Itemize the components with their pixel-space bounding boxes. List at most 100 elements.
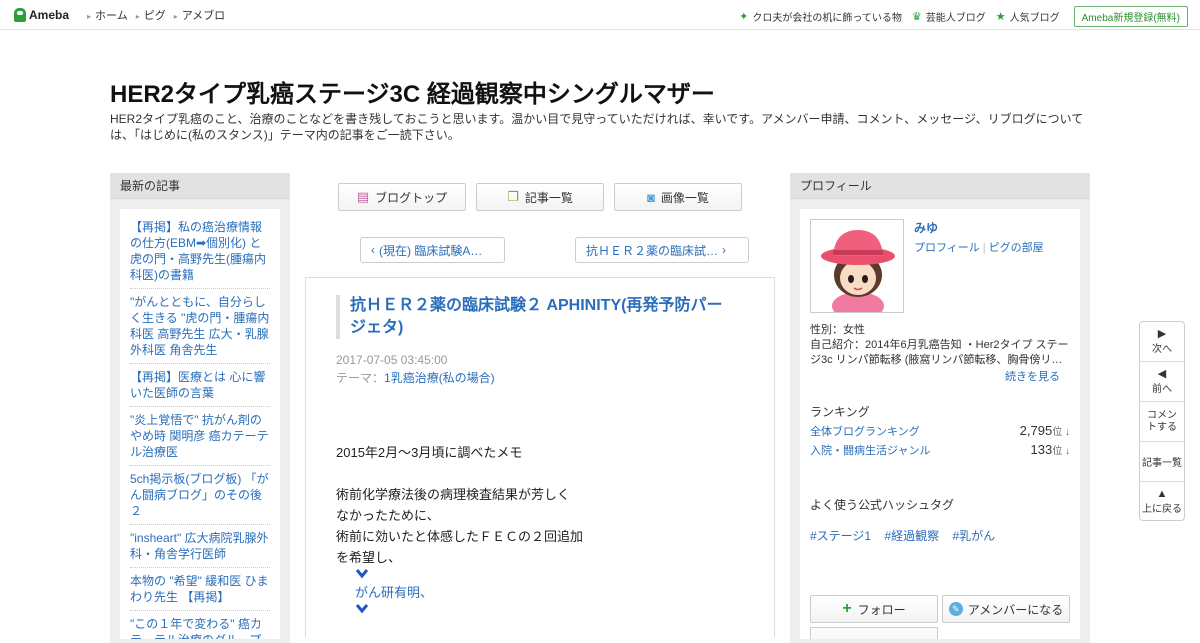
hashtag-link[interactable]: #ステージ1 xyxy=(810,529,871,543)
ameba-logo-icon xyxy=(14,7,26,22)
recent-article-link[interactable]: "がんとともに、自分らしく生きる "虎の門・腫瘍内科医 高野先生 広大・乳腺外科… xyxy=(130,289,270,364)
amember-icon: ✎ xyxy=(948,602,963,616)
global-nav: ホーム ピグ アメブロ xyxy=(79,7,225,23)
article-line: 2015年2月～3月頃に調べたメモ xyxy=(336,445,523,460)
register-button[interactable]: Ameba新規登録(無料) xyxy=(1073,6,1188,27)
recent-article-link[interactable]: "insheart" 広大病院乳腺外科・角舎学行医師 xyxy=(130,525,270,568)
article-line: なかったために、 xyxy=(336,508,440,523)
theme-link[interactable]: 1乳癌治療(私の場合) xyxy=(384,371,495,385)
article-line: 術前化学療法後の病理検査結果が芳しく xyxy=(336,487,571,502)
header-link-label: 芸能人ブログ xyxy=(925,13,986,24)
article-theme: テーマ：1乳癌治療(私の場合) xyxy=(336,369,495,386)
header-link-kuroo[interactable]: ✦ クロ夫が会社の机に飾っている物 xyxy=(739,9,902,24)
recent-article-link[interactable]: "この１年で変わる" 癌カテーテル治療のグループ展開 関明彦医師 xyxy=(130,611,270,639)
hashtag-link[interactable]: #経過観察 xyxy=(884,529,939,543)
nav-pigg[interactable]: ピグ xyxy=(136,7,166,23)
ranking-number: 133 xyxy=(1030,442,1053,457)
header-link-popular[interactable]: ★ 人気ブログ xyxy=(996,9,1060,24)
blog-description: HER2タイプ乳癌のこと、治療のことなどを書き残しておこうと思います。温かい目で… xyxy=(110,112,1084,142)
float-label: 前へ xyxy=(1152,384,1172,395)
nav-home[interactable]: ホーム xyxy=(87,7,128,23)
amember-button[interactable]: ✎ アメンバーになる xyxy=(942,595,1070,623)
global-header: Ameba ホーム ピグ アメブロ ✦クロ夫が会社の机に飾っている物 ♛芸能人ブ… xyxy=(0,0,1200,30)
hashtag-heading: よく使う公式ハッシュタグ xyxy=(810,498,955,512)
float-next-button[interactable]: ▶ 次へ xyxy=(1140,322,1184,362)
recent-article-link[interactable]: 【再掲】医療とは 心に響いた医師の言葉 xyxy=(130,364,270,407)
arrow-down-icon: ↓ xyxy=(1062,427,1070,438)
header-link-label: クロ夫が会社の机に飾っている物 xyxy=(752,13,902,24)
recent-articles-sidebar: 最新の記事 【再掲】私の癌治療情報の仕方(EBM➡個別化) と虎の門・高野先生(… xyxy=(110,173,290,643)
button-label: 画像一覧 xyxy=(660,190,709,205)
float-label: 次へ xyxy=(1152,344,1172,355)
nav-ameblo[interactable]: アメブロ xyxy=(174,7,225,23)
profile-heading: プロフィール xyxy=(790,173,1090,199)
avatar[interactable] xyxy=(810,219,904,313)
recent-article-link[interactable]: 本物の "希望" 緩和医 ひまわり先生 【再掲】 xyxy=(130,568,270,611)
next-article-label: 抗ＨＥＲ２薬の臨床試… xyxy=(586,243,719,258)
prev-article-label: (現在) 臨床試験A… xyxy=(379,243,483,258)
ranking-label[interactable]: 入院・闘病生活ジャンル xyxy=(810,442,930,458)
float-comment-button[interactable]: コメントする xyxy=(1140,402,1184,442)
separator: | xyxy=(982,242,986,254)
button-label: ブログトップ xyxy=(375,190,448,205)
ranking-number: 2,795 xyxy=(1019,423,1053,438)
hashtag-list: #ステージ1 #経過観察 #乳がん xyxy=(810,527,1005,544)
article-title[interactable]: 抗ＨＥＲ２薬の臨床試験２ APHINITY(再発予防パージェタ) xyxy=(336,295,736,339)
ranking-heading: ランキング xyxy=(810,405,870,419)
article-line: を希望し、 xyxy=(336,550,402,565)
arrow-down-icon xyxy=(336,603,636,617)
profile-gender: 性別：女性 xyxy=(810,324,865,336)
logo-text: Ameba xyxy=(29,7,70,22)
camera-icon: ◙ xyxy=(647,189,655,205)
ameba-logo[interactable]: Ameba xyxy=(14,7,70,22)
header-link-celebrity[interactable]: ♛ 芸能人ブログ xyxy=(912,9,986,24)
profile-card: みゆ プロフィール | ピグの部屋 性別：女性 自己紹介：2014年6月乳癌告知 ・… xyxy=(800,209,1080,639)
blog-top-button[interactable]: ▤ ブログトップ xyxy=(338,183,466,211)
button-label: フォロー xyxy=(857,602,906,617)
article-body: 2015年2月～3月頃に調べたメモ 術前化学療法後の病理検査結果が芳しく なかっ… xyxy=(336,442,636,617)
profile-name[interactable]: みゆ xyxy=(914,219,938,236)
ranking-label[interactable]: 全体ブログランキング xyxy=(810,423,920,439)
prev-article-link[interactable]: ‹ (現在) 臨床試験A… xyxy=(360,237,505,263)
blog-nav-buttons: ▤ ブログトップ ❐ 記事一覧 ◙ 画像一覧 xyxy=(338,183,752,211)
ranking-unit: 位 xyxy=(1052,427,1063,438)
chevron-left-icon: ‹ xyxy=(371,243,375,257)
header-link-label: 人気ブログ xyxy=(1009,13,1060,24)
recent-article-link[interactable]: "炎上覚悟で" 抗がん剤のやめ時 関明彦 癌カテーテル治療医 xyxy=(130,407,270,466)
float-article-list-button[interactable]: 記事一覧 xyxy=(1140,442,1184,482)
float-prev-button[interactable]: ◀ 前へ xyxy=(1140,362,1184,402)
arrow-down-icon xyxy=(336,568,636,582)
article-link[interactable]: がん研有明、 xyxy=(336,582,636,603)
float-label: 上に戻る xyxy=(1142,503,1182,515)
more-profile-button[interactable] xyxy=(810,627,938,639)
crown-icon: ♛ xyxy=(911,11,922,23)
blog-title[interactable]: HER2タイプ乳癌ステージ3C 経過観察中シングルマザー xyxy=(110,74,715,109)
ranking-row: 全体ブログランキング 2,795位 ↓ xyxy=(810,423,1070,439)
next-article-link[interactable]: 抗ＨＥＲ２薬の臨床試… › xyxy=(575,237,749,263)
play-right-icon: ▶ xyxy=(1157,328,1167,340)
pigg-room-link[interactable]: ピグの部屋 xyxy=(989,242,1044,254)
float-label: コメントする xyxy=(1147,409,1177,433)
article-line: 術前に効いたと体感したＦＥＣの２回追加 xyxy=(336,529,584,544)
profile-link[interactable]: プロフィール xyxy=(914,242,980,254)
arrow-down-icon: ↓ xyxy=(1062,446,1070,457)
chevron-right-icon: › xyxy=(722,243,727,257)
image-list-button[interactable]: ◙ 画像一覧 xyxy=(614,183,742,211)
follow-button[interactable]: + フォロー xyxy=(810,595,938,623)
star-icon: ★ xyxy=(995,11,1006,23)
button-label: 記事一覧 xyxy=(524,190,573,205)
sparkle-icon: ✦ xyxy=(739,11,749,23)
float-top-button[interactable]: ▲ 上に戻る xyxy=(1140,482,1184,520)
profile-intro: 自己紹介：2014年6月乳癌告知 ・Her2タイプ ステージ3c リンパ節転移 … xyxy=(810,339,1069,366)
recent-article-link[interactable]: 【再掲】私の癌治療情報の仕方(EBM➡個別化) と虎の門・高野先生(腫瘍内科医)… xyxy=(130,214,270,289)
list-icon: ❐ xyxy=(507,189,519,204)
article: 抗ＨＥＲ２薬の臨床試験２ APHINITY(再発予防パージェタ) 2017-07… xyxy=(305,277,775,637)
hashtag-link[interactable]: #乳がん xyxy=(952,529,995,543)
article-list-button[interactable]: ❐ 記事一覧 xyxy=(476,183,604,211)
recent-article-link[interactable]: 5ch掲示板(ブログ板) 「がん闘病ブログ」のその後２ xyxy=(130,466,270,525)
floating-nav: ▶ 次へ ◀ 前へ コメントする 記事一覧 ▲ 上に戻る xyxy=(1139,321,1185,521)
ranking-unit: 位 xyxy=(1052,446,1063,457)
recent-articles-list: 【再掲】私の癌治療情報の仕方(EBM➡個別化) と虎の門・高野先生(腫瘍内科医)… xyxy=(120,209,280,639)
read-more-link[interactable]: 続きを見る xyxy=(1005,368,1060,384)
ranking-value: 2,795位 ↓ xyxy=(1020,423,1070,438)
